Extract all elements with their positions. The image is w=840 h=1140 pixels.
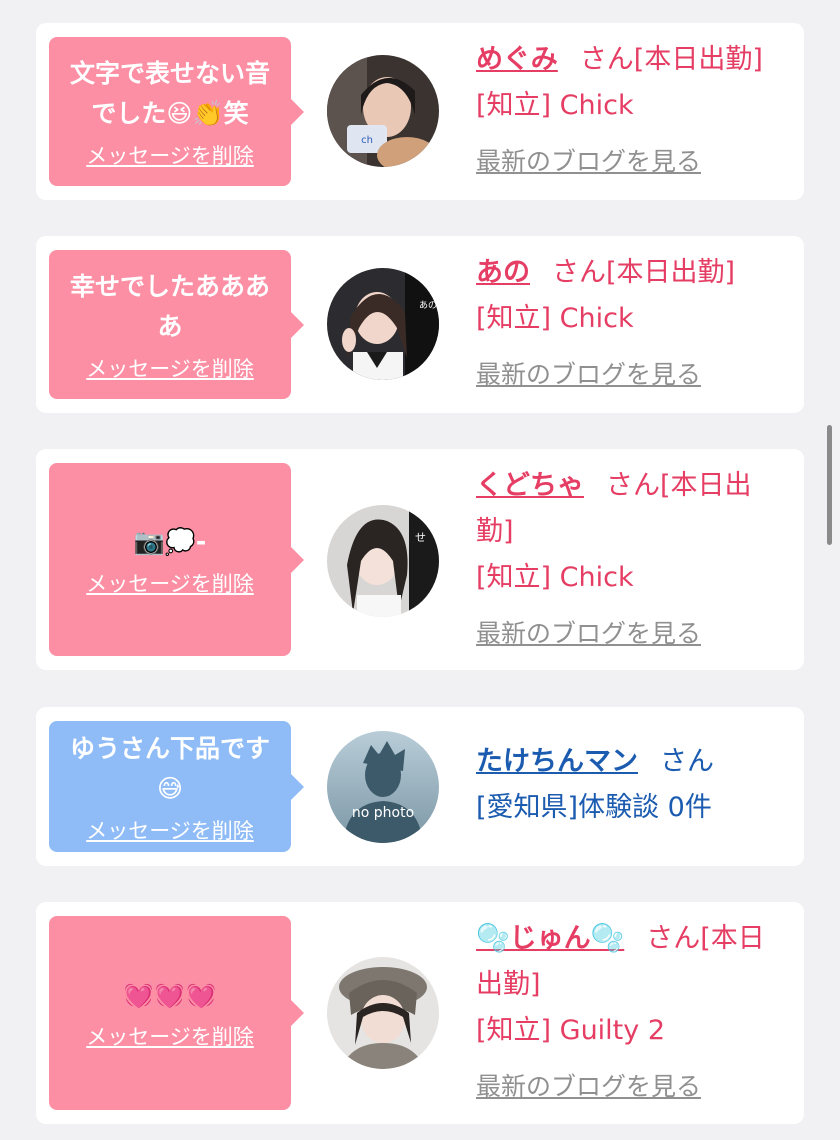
user-status: さん — [660, 746, 714, 777]
delete-message-link[interactable]: メッセージを削除 — [86, 142, 254, 170]
message-text: 💓💓💓 — [123, 980, 217, 1009]
blog-link[interactable]: 最新のブログを見る — [476, 139, 701, 185]
user-status: さん[本日出勤] — [579, 44, 763, 75]
delete-message-link[interactable]: メッセージを削除 — [86, 355, 254, 383]
message-card: 文字で表せない音でした😆👏笑 メッセージを削除 ch めぐみ さん[本日出勤] [… — [36, 23, 804, 200]
user-status: さん[本日出勤] — [552, 257, 736, 288]
avatar[interactable]: ch — [327, 55, 439, 167]
blog-link[interactable]: 最新のブログを見る — [476, 352, 701, 398]
message-card: ゆうさん下品です😅 メッセージを削除 no photo たけちんマン さん [愛知… — [36, 707, 804, 866]
message-text: 文字で表せない音でした😆👏笑 — [69, 58, 270, 128]
user-info: 🫧じゅん🫧 さん[本日出勤] [知立] Guilty 2 最新のブログを見る — [476, 916, 788, 1110]
message-bubble: 💓💓💓 メッセージを削除 — [49, 916, 304, 1110]
message-card: 💓💓💓 メッセージを削除 🫧じゅん🫧 さん[本日出勤] [知立] Guilty 2… — [36, 902, 804, 1124]
user-name-link[interactable]: あの — [476, 257, 530, 288]
user-info: くどちゃ さん[本日出勤] [知立] Chick 最新のブログを見る — [476, 463, 788, 657]
avatar[interactable] — [327, 957, 439, 1069]
svg-text:ch: ch — [361, 135, 373, 146]
message-bubble: ゆうさん下品です😅 メッセージを削除 — [49, 721, 304, 852]
blog-link[interactable]: 最新のブログを見る — [476, 1064, 701, 1110]
message-text: ゆうさん下品です😅 — [69, 733, 270, 803]
user-info: たけちんマン さん [愛知県]体験談 0件 — [476, 739, 788, 831]
message-bubble: 文字で表せない音でした😆👏笑 メッセージを削除 — [49, 37, 304, 186]
blog-link[interactable]: 最新のブログを見る — [476, 611, 701, 657]
delete-message-link[interactable]: メッセージを削除 — [86, 570, 254, 598]
svg-text:あの: あの — [419, 300, 437, 311]
user-name-link[interactable]: くどちゃ — [476, 470, 584, 501]
shop-label: [愛知県]体験談 0件 — [476, 792, 712, 823]
shop-label: [知立] Guilty 2 — [476, 1015, 666, 1046]
avatar[interactable]: no photo — [327, 731, 439, 843]
message-card: 幸せでしたああああ メッセージを削除 あの あの さん[本日出勤] [知立] Ch… — [36, 236, 804, 413]
svg-text:せ: せ — [415, 531, 426, 544]
shop-label: [知立] Chick — [476, 90, 634, 121]
avatar[interactable]: あの — [327, 268, 439, 380]
message-text: 幸せでしたああああ — [69, 271, 270, 341]
user-name-link[interactable]: 🫧じゅん🫧 — [476, 923, 624, 954]
user-info: めぐみ さん[本日出勤] [知立] Chick 最新のブログを見る — [476, 37, 788, 185]
delete-message-link[interactable]: メッセージを削除 — [86, 1023, 254, 1051]
avatar[interactable]: せ — [327, 505, 439, 617]
message-bubble: 幸せでしたああああ メッセージを削除 — [49, 250, 304, 399]
no-photo-label: no photo — [352, 805, 414, 821]
user-name-link[interactable]: たけちんマン — [476, 746, 638, 777]
user-info: あの さん[本日出勤] [知立] Chick 最新のブログを見る — [476, 250, 788, 398]
scrollbar[interactable] — [827, 425, 832, 545]
message-text: 📷💭- — [133, 526, 207, 556]
user-name-link[interactable]: めぐみ — [476, 44, 558, 75]
message-bubble: 📷💭- メッセージを削除 — [49, 463, 304, 656]
message-card: 📷💭- メッセージを削除 せ くどちゃ さん[本日出勤] [知立] Chick 最… — [36, 449, 804, 670]
shop-label: [知立] Chick — [476, 303, 634, 334]
shop-label: [知立] Chick — [476, 562, 634, 593]
delete-message-link[interactable]: メッセージを削除 — [86, 817, 254, 845]
